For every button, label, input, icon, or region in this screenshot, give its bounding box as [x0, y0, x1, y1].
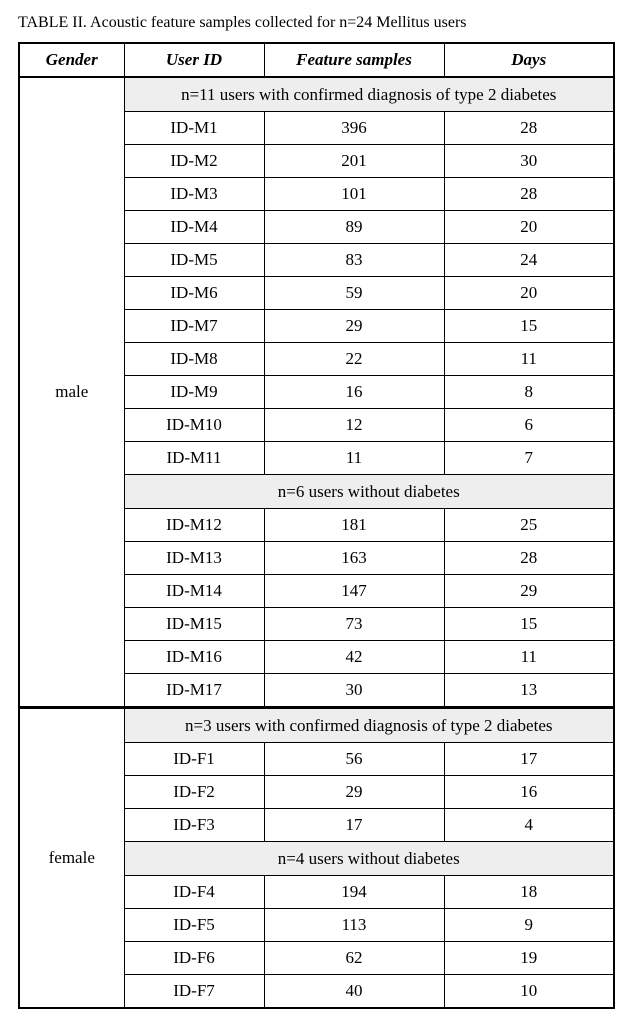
days-cell: 15	[444, 608, 614, 641]
days-cell: 29	[444, 575, 614, 608]
col-header-2: Feature samples	[264, 43, 444, 77]
days-cell: 11	[444, 641, 614, 674]
feature-samples-cell: 181	[264, 509, 444, 542]
feature-samples-cell: 89	[264, 211, 444, 244]
group-subheader: femalen=3 users with confirmed diagnosis…	[19, 708, 614, 743]
user-id-cell: ID-M13	[124, 542, 264, 575]
user-id-cell: ID-F7	[124, 975, 264, 1009]
user-id-cell: ID-M11	[124, 442, 264, 475]
user-id-cell: ID-F6	[124, 942, 264, 975]
feature-samples-cell: 73	[264, 608, 444, 641]
table-caption: TABLE II. Acoustic feature samples colle…	[18, 14, 622, 32]
days-cell: 17	[444, 743, 614, 776]
days-cell: 20	[444, 277, 614, 310]
user-id-cell: ID-M1	[124, 112, 264, 145]
user-id-cell: ID-M10	[124, 409, 264, 442]
col-header-1: User ID	[124, 43, 264, 77]
feature-samples-cell: 201	[264, 145, 444, 178]
group-subheader-cell: n=6 users without diabetes	[124, 475, 614, 509]
days-cell: 15	[444, 310, 614, 343]
gender-cell: female	[19, 708, 124, 1009]
user-id-cell: ID-F3	[124, 809, 264, 842]
days-cell: 16	[444, 776, 614, 809]
data-table: GenderUser IDFeature samplesDaysmalen=11…	[18, 42, 615, 1009]
days-cell: 28	[444, 112, 614, 145]
header-row: GenderUser IDFeature samplesDays	[19, 43, 614, 77]
feature-samples-cell: 22	[264, 343, 444, 376]
feature-samples-cell: 62	[264, 942, 444, 975]
user-id-cell: ID-F2	[124, 776, 264, 809]
feature-samples-cell: 113	[264, 909, 444, 942]
days-cell: 28	[444, 542, 614, 575]
user-id-cell: ID-M3	[124, 178, 264, 211]
user-id-cell: ID-M4	[124, 211, 264, 244]
feature-samples-cell: 147	[264, 575, 444, 608]
user-id-cell: ID-M9	[124, 376, 264, 409]
feature-samples-cell: 396	[264, 112, 444, 145]
feature-samples-cell: 163	[264, 542, 444, 575]
user-id-cell: ID-M15	[124, 608, 264, 641]
days-cell: 25	[444, 509, 614, 542]
feature-samples-cell: 83	[264, 244, 444, 277]
feature-samples-cell: 11	[264, 442, 444, 475]
days-cell: 4	[444, 809, 614, 842]
user-id-cell: ID-F1	[124, 743, 264, 776]
feature-samples-cell: 194	[264, 876, 444, 909]
user-id-cell: ID-M2	[124, 145, 264, 178]
group-subheader-cell: n=4 users without diabetes	[124, 842, 614, 876]
user-id-cell: ID-F5	[124, 909, 264, 942]
col-header-0: Gender	[19, 43, 124, 77]
group-subheader-cell: n=11 users with confirmed diagnosis of t…	[124, 77, 614, 112]
days-cell: 30	[444, 145, 614, 178]
days-cell: 7	[444, 442, 614, 475]
user-id-cell: ID-F4	[124, 876, 264, 909]
user-id-cell: ID-M6	[124, 277, 264, 310]
days-cell: 18	[444, 876, 614, 909]
days-cell: 10	[444, 975, 614, 1009]
user-id-cell: ID-M17	[124, 674, 264, 708]
feature-samples-cell: 29	[264, 310, 444, 343]
user-id-cell: ID-M7	[124, 310, 264, 343]
days-cell: 6	[444, 409, 614, 442]
user-id-cell: ID-M8	[124, 343, 264, 376]
feature-samples-cell: 29	[264, 776, 444, 809]
col-header-3: Days	[444, 43, 614, 77]
user-id-cell: ID-M16	[124, 641, 264, 674]
days-cell: 20	[444, 211, 614, 244]
user-id-cell: ID-M12	[124, 509, 264, 542]
group-subheader: malen=11 users with confirmed diagnosis …	[19, 77, 614, 112]
feature-samples-cell: 59	[264, 277, 444, 310]
days-cell: 9	[444, 909, 614, 942]
days-cell: 28	[444, 178, 614, 211]
user-id-cell: ID-M14	[124, 575, 264, 608]
group-subheader-cell: n=3 users with confirmed diagnosis of ty…	[124, 708, 614, 743]
days-cell: 19	[444, 942, 614, 975]
feature-samples-cell: 30	[264, 674, 444, 708]
days-cell: 24	[444, 244, 614, 277]
feature-samples-cell: 16	[264, 376, 444, 409]
feature-samples-cell: 101	[264, 178, 444, 211]
days-cell: 13	[444, 674, 614, 708]
feature-samples-cell: 17	[264, 809, 444, 842]
feature-samples-cell: 40	[264, 975, 444, 1009]
days-cell: 8	[444, 376, 614, 409]
days-cell: 11	[444, 343, 614, 376]
user-id-cell: ID-M5	[124, 244, 264, 277]
feature-samples-cell: 42	[264, 641, 444, 674]
gender-cell: male	[19, 77, 124, 708]
feature-samples-cell: 12	[264, 409, 444, 442]
feature-samples-cell: 56	[264, 743, 444, 776]
